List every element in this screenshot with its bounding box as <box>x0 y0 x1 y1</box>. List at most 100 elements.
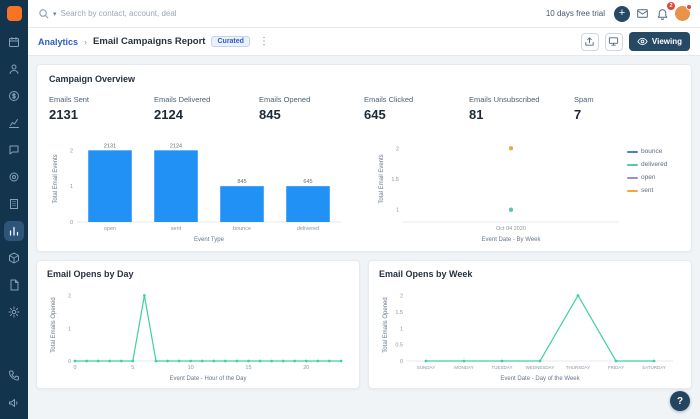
svg-text:0: 0 <box>73 365 76 371</box>
viewing-mode-button[interactable]: Viewing <box>629 32 690 51</box>
bell-icon <box>656 7 669 20</box>
svg-text:MONDAY: MONDAY <box>454 365 473 370</box>
email-opens-by-day-card: Email Opens by Day 012Event Date - Hour … <box>36 260 360 389</box>
sidebar-item-documents[interactable] <box>4 275 24 295</box>
toolbar-actions: Viewing <box>581 32 690 51</box>
svg-text:Event Type: Event Type <box>194 237 225 243</box>
svg-text:Event Date - Hour of the Day: Event Date - Hour of the Day <box>169 376 246 382</box>
notification-badge: 2 <box>667 2 675 10</box>
metric-value: 2131 <box>49 107 154 122</box>
sidebar-item-announcements[interactable] <box>4 393 24 413</box>
sidebar-item-calendar[interactable] <box>4 32 24 52</box>
export-button[interactable] <box>581 33 599 51</box>
quick-add-button[interactable]: + <box>614 6 630 22</box>
metric-spam: Spam 7 <box>574 95 679 122</box>
svg-text:delivered: delivered <box>297 226 319 232</box>
metric-emails-sent: Emails Sent 2131 <box>49 95 154 122</box>
svg-text:Total Email Events: Total Email Events <box>53 154 59 203</box>
email-events-scatter-chart: 11.52Event Date - By WeekTotal Email Eve… <box>375 126 627 249</box>
global-search[interactable]: ▾ <box>38 8 541 19</box>
sidebar-item-analytics[interactable] <box>4 221 24 241</box>
help-button[interactable]: ? <box>670 391 690 411</box>
sidebar-item-phone[interactable] <box>4 365 24 385</box>
svg-text:0: 0 <box>68 359 71 365</box>
svg-text:20: 20 <box>303 365 309 371</box>
svg-text:1: 1 <box>400 326 403 332</box>
breadcrumb-analytics-link[interactable]: Analytics <box>38 37 78 47</box>
legend-item-bounce[interactable]: bounce <box>627 148 679 155</box>
scatter-legend: bounce delivered open sent <box>627 126 679 194</box>
legend-swatch <box>627 190 638 192</box>
email-button[interactable] <box>635 6 650 21</box>
svg-text:bounce: bounce <box>233 226 251 232</box>
legend-label: sent <box>641 187 653 194</box>
email-events-by-week-chart-group: 11.52Event Date - By WeekTotal Email Eve… <box>375 126 679 249</box>
metric-label: Emails Opened <box>259 95 364 104</box>
sidebar-item-companies[interactable] <box>4 194 24 214</box>
metric-label: Emails Sent <box>49 95 154 104</box>
svg-text:THURSDAY: THURSDAY <box>566 365 590 370</box>
search-input[interactable] <box>61 9 541 18</box>
svg-text:2: 2 <box>68 294 71 300</box>
notifications-button[interactable]: 2 <box>655 6 670 21</box>
contacts-icon <box>8 63 20 75</box>
svg-text:SUNDAY: SUNDAY <box>417 365 435 370</box>
legend-swatch <box>627 164 638 166</box>
phone-icon <box>8 369 20 381</box>
email-opens-by-week-card: Email Opens by Week 00.511.52Event Date … <box>368 260 692 389</box>
sidebar-item-accounts[interactable] <box>4 86 24 106</box>
legend-swatch <box>627 151 638 153</box>
freshworks-logo[interactable] <box>7 6 22 21</box>
svg-text:Total Emails Opened: Total Emails Opened <box>51 297 57 352</box>
campaign-overview-title: Campaign Overview <box>49 74 679 84</box>
metric-label: Emails Unsubscribed <box>469 95 574 104</box>
legend-item-sent[interactable]: sent <box>627 187 679 194</box>
svg-text:15: 15 <box>245 365 251 371</box>
legend-swatch <box>627 177 638 179</box>
calendar-icon <box>8 36 20 48</box>
svg-text:845: 845 <box>237 179 246 185</box>
page-title: Email Campaigns Report <box>93 36 205 47</box>
legend-label: open <box>641 174 655 181</box>
cube-icon <box>8 252 20 264</box>
legend-item-delivered[interactable]: delivered <box>627 161 679 168</box>
monitor-icon <box>608 36 619 47</box>
present-button[interactable] <box>605 33 623 51</box>
sidebar-item-marketplace[interactable] <box>4 248 24 268</box>
chart-line-icon <box>8 117 20 129</box>
more-options-button[interactable]: ⋮ <box>256 36 272 47</box>
legend-item-open[interactable]: open <box>627 174 679 181</box>
sidebar-item-reports[interactable] <box>4 113 24 133</box>
svg-text:2: 2 <box>400 294 403 300</box>
svg-text:TUESDAY: TUESDAY <box>492 365 513 370</box>
svg-text:Event Date - By Week: Event Date - By Week <box>482 237 542 243</box>
search-icon <box>38 8 49 19</box>
metric-emails-unsubscribed: Emails Unsubscribed 81 <box>469 95 574 122</box>
svg-text:1.5: 1.5 <box>395 310 403 316</box>
legend-label: delivered <box>641 161 667 168</box>
sidebar-item-chat[interactable] <box>4 140 24 160</box>
sidebar-item-contacts[interactable] <box>4 59 24 79</box>
svg-text:2131: 2131 <box>104 143 116 149</box>
metric-label: Emails Delivered <box>154 95 259 104</box>
svg-text:2: 2 <box>396 146 399 152</box>
user-avatar[interactable] <box>675 6 690 21</box>
topbar: ▾ 10 days free trial + 2 <box>28 0 700 28</box>
viewing-label: Viewing <box>652 37 682 46</box>
metric-label: Emails Clicked <box>364 95 469 104</box>
svg-text:SATURDAY: SATURDAY <box>642 365 666 370</box>
building-icon <box>8 198 20 210</box>
report-content: Campaign Overview Emails Sent 2131 Email… <box>28 56 700 419</box>
bottom-cards-row: Email Opens by Day 012Event Date - Hour … <box>36 260 692 389</box>
sidebar-item-automation[interactable] <box>4 167 24 187</box>
gear-icon <box>8 306 20 318</box>
svg-text:Total Emails Opened: Total Emails Opened <box>383 297 389 352</box>
sidebar-item-settings[interactable] <box>4 302 24 322</box>
chat-icon <box>8 144 20 156</box>
trial-status: 10 days free trial <box>546 9 605 18</box>
svg-text:1.5: 1.5 <box>391 177 399 183</box>
overview-charts-row: 012Event TypeTotal Email Events2131open2… <box>49 126 679 249</box>
legend-label: bounce <box>641 148 662 155</box>
avatar-alert-dot <box>686 4 692 10</box>
search-scope-caret-icon[interactable]: ▾ <box>53 10 57 18</box>
